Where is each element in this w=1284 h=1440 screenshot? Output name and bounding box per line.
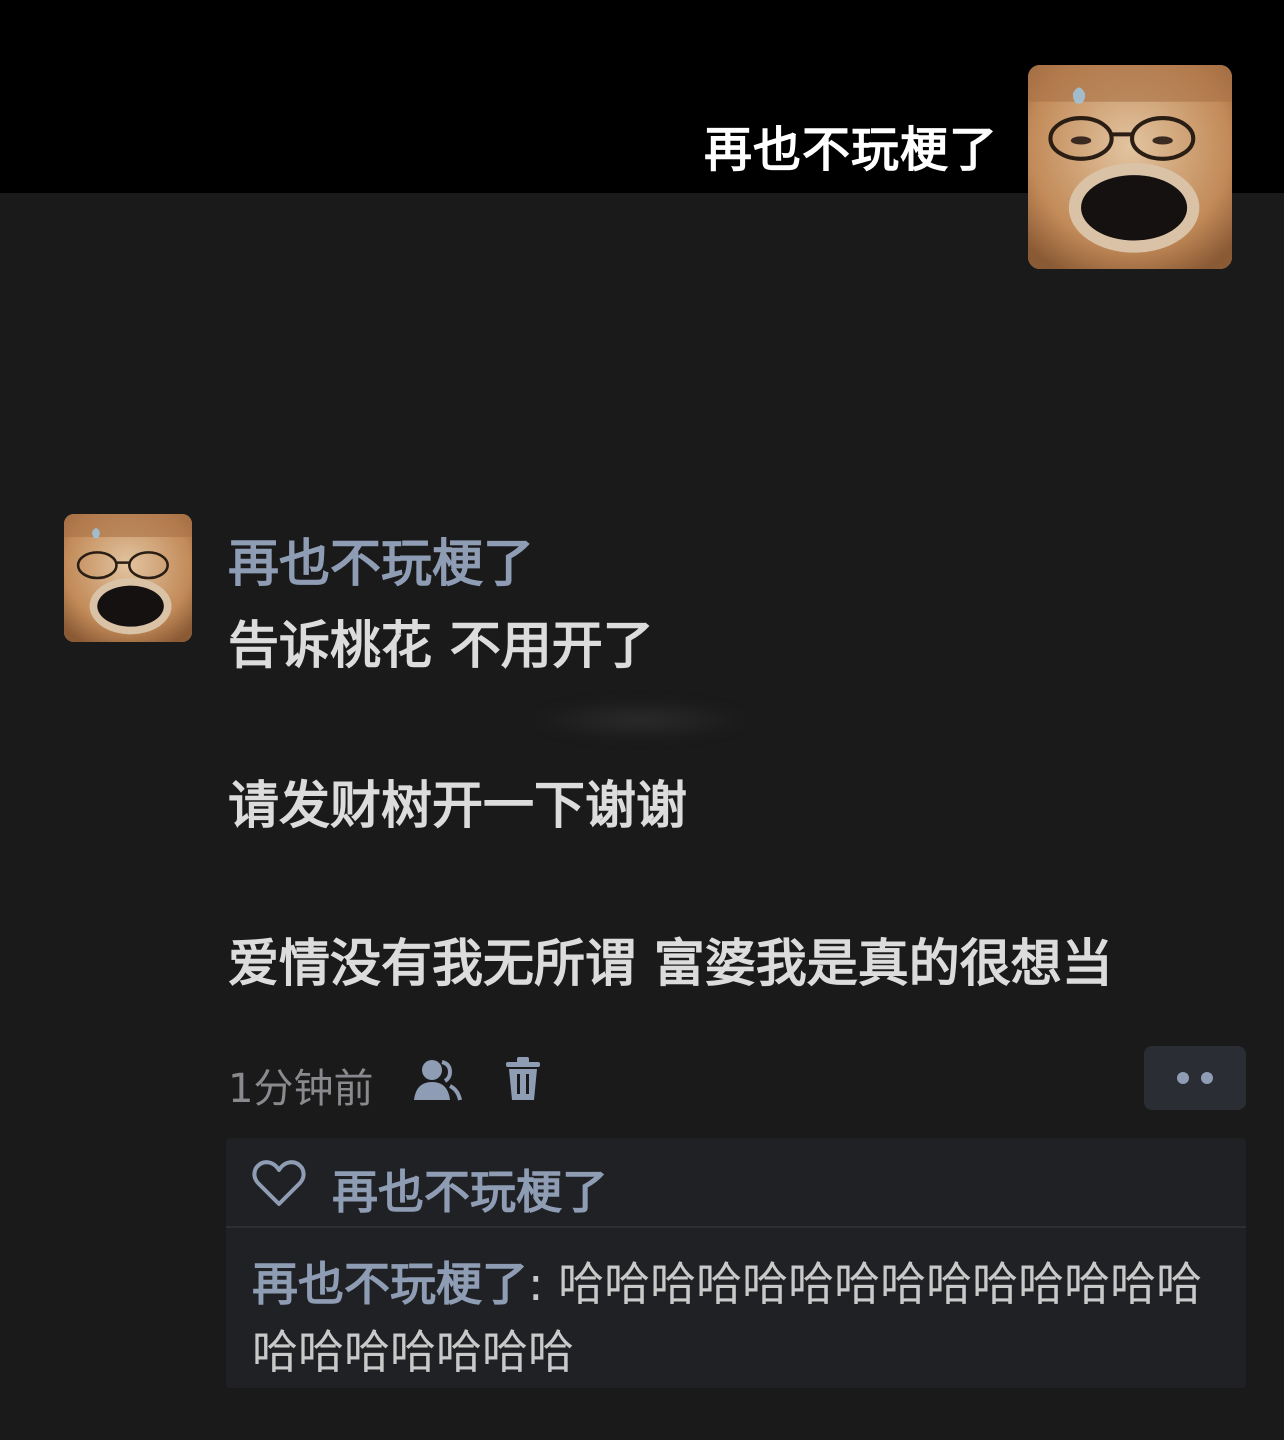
post-author-avatar[interactable] [64, 514, 192, 642]
header-avatar[interactable] [1028, 65, 1232, 269]
user-icon[interactable] [412, 1056, 462, 1102]
trash-icon[interactable] [498, 1056, 548, 1102]
shiba-dog-avatar-icon [64, 514, 192, 642]
more-dots-icon [1201, 1072, 1213, 1084]
liked-by-user[interactable]: 再也不玩梗了 [332, 1156, 608, 1222]
post-text-line: 爱情没有我无所谓 富婆我是真的很想当 [228, 935, 1113, 994]
like-row: 再也不玩梗了 [226, 1138, 1246, 1228]
blurred-watermark [530, 700, 750, 740]
header-username[interactable]: 再也不玩梗了 [704, 110, 998, 180]
more-options-button[interactable] [1144, 1046, 1246, 1110]
shiba-dog-avatar-icon [1028, 65, 1232, 269]
reply-separator: : [528, 1257, 559, 1311]
reply-comment: 再也不玩梗了: 哈哈哈哈哈哈哈哈哈哈哈哈哈哈哈哈哈哈哈哈哈 [252, 1250, 1232, 1386]
post-timestamp: 1分钟前 [228, 1066, 374, 1112]
reply-author[interactable]: 再也不玩梗了 [252, 1257, 528, 1311]
heart-icon[interactable] [252, 1158, 306, 1208]
post-meta-row: 1分钟前 [228, 1054, 1248, 1112]
post-author-name[interactable]: 再也不玩梗了 [228, 522, 534, 596]
post-text-line: 请发财树开一下谢谢 [228, 777, 688, 836]
interaction-panel: 再也不玩梗了 再也不玩梗了: 哈哈哈哈哈哈哈哈哈哈哈哈哈哈哈哈哈哈哈哈哈 [226, 1138, 1246, 1388]
post-text-line: 告诉桃花 不用开了 [228, 617, 654, 676]
more-dots-icon [1177, 1072, 1189, 1084]
